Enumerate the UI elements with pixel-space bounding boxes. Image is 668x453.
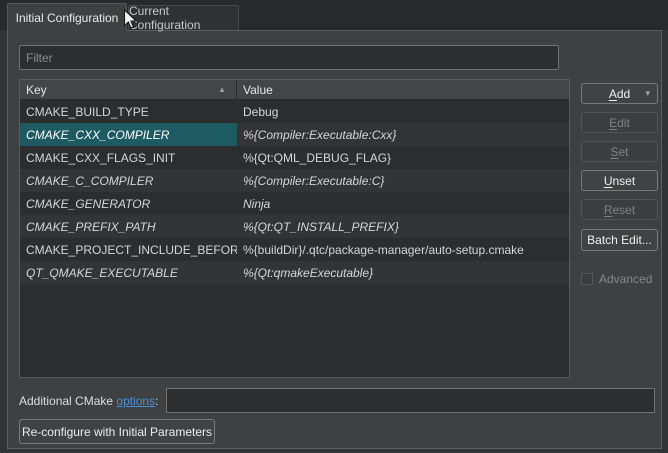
- row-value[interactable]: %{buildDir}/.qtc/package-manager/auto-se…: [237, 238, 569, 261]
- row-key[interactable]: CMAKE_GENERATOR: [20, 192, 237, 215]
- row-value[interactable]: %{Qt:QML_DEBUG_FLAG}: [237, 146, 569, 169]
- advanced-checkbox: Advanced: [581, 271, 652, 287]
- column-header-key[interactable]: Key ▲: [20, 80, 237, 99]
- batch-edit-button[interactable]: Batch Edit...: [581, 229, 658, 251]
- mouse-cursor-icon: [123, 9, 138, 30]
- row-key[interactable]: CMAKE_PREFIX_PATH: [20, 215, 237, 238]
- row-key[interactable]: QT_QMAKE_EXECUTABLE: [20, 261, 237, 284]
- row-value[interactable]: %{Qt:qmakeExecutable}: [237, 261, 569, 284]
- additional-cmake-options-label: Additional CMake options:: [19, 394, 158, 408]
- set-button: Set: [581, 141, 658, 162]
- table-row[interactable]: QT_QMAKE_EXECUTABLE %{Qt:qmakeExecutable…: [20, 261, 569, 284]
- additional-cmake-options-input[interactable]: [166, 388, 655, 413]
- table-row[interactable]: CMAKE_PROJECT_INCLUDE_BEFORE %{buildDir}…: [20, 238, 569, 261]
- tab-initial-label: Initial Configuration: [16, 11, 119, 25]
- reset-button: Reset: [581, 199, 658, 220]
- table-row-selected[interactable]: CMAKE_CXX_COMPILER %{Compiler:Executable…: [20, 123, 569, 146]
- unset-button[interactable]: Unset: [581, 170, 658, 191]
- table-header: Key ▲ Value: [20, 80, 569, 100]
- column-header-value[interactable]: Value: [237, 80, 569, 99]
- row-value[interactable]: %{Compiler:Executable:Cxx}: [237, 123, 569, 146]
- checkbox-icon: [581, 273, 593, 285]
- tab-initial-configuration[interactable]: Initial Configuration: [7, 3, 127, 31]
- cmake-configuration-panel: Initial Configuration Current Configurat…: [0, 0, 668, 453]
- reconfigure-button[interactable]: Re-configure with Initial Parameters: [19, 419, 215, 444]
- row-key[interactable]: CMAKE_CXX_FLAGS_INIT: [20, 146, 237, 169]
- sort-ascending-icon: ▲: [218, 86, 226, 94]
- table-row[interactable]: CMAKE_C_COMPILER %{Compiler:Executable:C…: [20, 169, 569, 192]
- row-key[interactable]: CMAKE_CXX_COMPILER: [20, 123, 237, 146]
- filter-input[interactable]: [19, 45, 559, 70]
- row-value[interactable]: Ninja: [237, 192, 569, 215]
- advanced-label: Advanced: [599, 272, 652, 286]
- table-row[interactable]: CMAKE_PREFIX_PATH %{Qt:QT_INSTALL_PREFIX…: [20, 215, 569, 238]
- row-key[interactable]: CMAKE_BUILD_TYPE: [20, 100, 237, 123]
- row-value[interactable]: %{Qt:QT_INSTALL_PREFIX}: [237, 215, 569, 238]
- table-row[interactable]: CMAKE_GENERATOR Ninja: [20, 192, 569, 215]
- tab-current-configuration[interactable]: Current Configuration: [128, 5, 239, 30]
- row-key[interactable]: CMAKE_PROJECT_INCLUDE_BEFORE: [20, 238, 237, 261]
- edit-button: Edit: [581, 112, 658, 133]
- options-link[interactable]: options: [116, 394, 155, 408]
- configuration-table: Key ▲ Value CMAKE_BUILD_TYPE Debug CMAKE…: [19, 79, 570, 378]
- row-key[interactable]: CMAKE_C_COMPILER: [20, 169, 237, 192]
- table-row[interactable]: CMAKE_BUILD_TYPE Debug: [20, 100, 569, 123]
- dropdown-arrow-icon: ▾: [645, 88, 650, 99]
- table-row[interactable]: CMAKE_CXX_FLAGS_INIT %{Qt:QML_DEBUG_FLAG…: [20, 146, 569, 169]
- row-value[interactable]: %{Compiler:Executable:C}: [237, 169, 569, 192]
- table-body: CMAKE_BUILD_TYPE Debug CMAKE_CXX_COMPILE…: [20, 100, 569, 284]
- row-value[interactable]: Debug: [237, 100, 569, 123]
- tab-current-label: Current Configuration: [129, 4, 238, 32]
- add-button[interactable]: Add ▾: [581, 83, 658, 104]
